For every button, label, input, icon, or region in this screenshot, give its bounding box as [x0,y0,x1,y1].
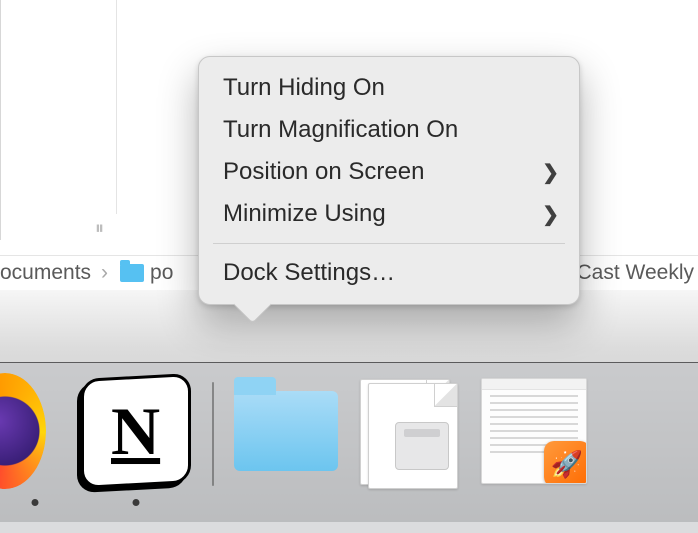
breadcrumb-label: ocuments [0,261,91,285]
sidebar-divider [116,0,117,214]
menu-item-minimize-using[interactable]: Minimize Using ❯ [199,193,579,235]
menu-item-label: Position on Screen [223,158,424,186]
dock-folder-documents[interactable] [228,373,344,489]
breadcrumb-right-label: Cast Weekly [577,261,698,285]
folder-icon [120,264,144,282]
text-document-icon: 🚀 [481,378,587,484]
breadcrumb-segment[interactable]: ocuments › [0,261,112,285]
dock-app-notion[interactable]: N [78,373,194,489]
menu-item-turn-magnification-on[interactable]: Turn Magnification On [199,109,579,151]
running-indicator [32,499,39,506]
menu-item-label: Turn Magnification On [223,116,458,144]
submenu-arrow-icon: ❯ [542,160,559,185]
breadcrumb-segment[interactable]: po [120,261,173,285]
notion-letter: N [111,392,160,471]
firefox-icon [0,379,40,483]
dock-items: N 🚀 [0,373,600,489]
submenu-arrow-icon: ❯ [542,202,559,227]
breadcrumb-label: po [150,261,173,285]
notion-icon: N [81,373,191,489]
menu-item-label: Minimize Using [223,200,386,228]
dock-app-firefox[interactable] [0,373,70,489]
disk-icon [395,422,449,470]
running-indicator [133,499,140,506]
dock-stack-disk[interactable] [352,373,468,489]
dock-context-menu: Turn Hiding On Turn Magnification On Pos… [198,56,580,305]
pause-icon: ⏸ [95,218,104,239]
dock-divider[interactable] [212,382,214,486]
menu-item-label: Turn Hiding On [223,74,385,102]
menu-item-label: Dock Settings… [223,259,395,287]
chevron-right-icon: › [101,261,108,285]
menu-item-position-on-screen[interactable]: Position on Screen ❯ [199,151,579,193]
menu-item-turn-hiding-on[interactable]: Turn Hiding On [199,67,579,109]
dock[interactable]: N 🚀 [0,362,698,533]
dock-text-document[interactable]: 🚀 [476,373,592,489]
folder-icon [234,391,338,471]
menu-item-dock-settings[interactable]: Dock Settings… [199,252,579,294]
document-stack-icon [360,379,460,483]
rocket-badge-icon: 🚀 [544,441,587,484]
menu-separator [213,243,565,244]
